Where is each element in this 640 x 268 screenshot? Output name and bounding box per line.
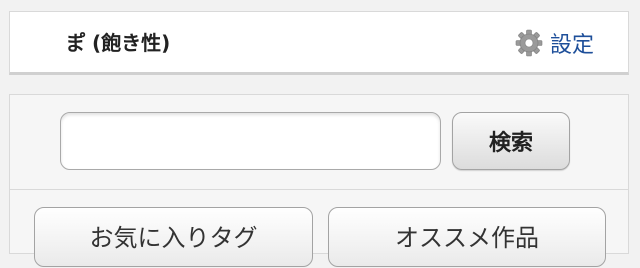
settings-link[interactable]: 設定 <box>514 12 594 74</box>
profile-header: ま゚ (飽き性) 設定 <box>9 11 629 75</box>
search-panel: 検索 お気に入りタグ オススメ作品 <box>9 94 629 267</box>
settings-label[interactable]: 設定 <box>550 27 594 59</box>
user-name: ま゚ (飽き性) <box>65 31 171 55</box>
search-button[interactable]: 検索 <box>452 112 570 170</box>
favorite-tags-button[interactable]: お気に入りタグ <box>34 207 313 267</box>
recommended-works-button[interactable]: オススメ作品 <box>328 207 606 267</box>
search-row: 検索 <box>10 95 628 190</box>
search-input[interactable] <box>60 112 441 170</box>
gear-icon <box>515 29 543 57</box>
